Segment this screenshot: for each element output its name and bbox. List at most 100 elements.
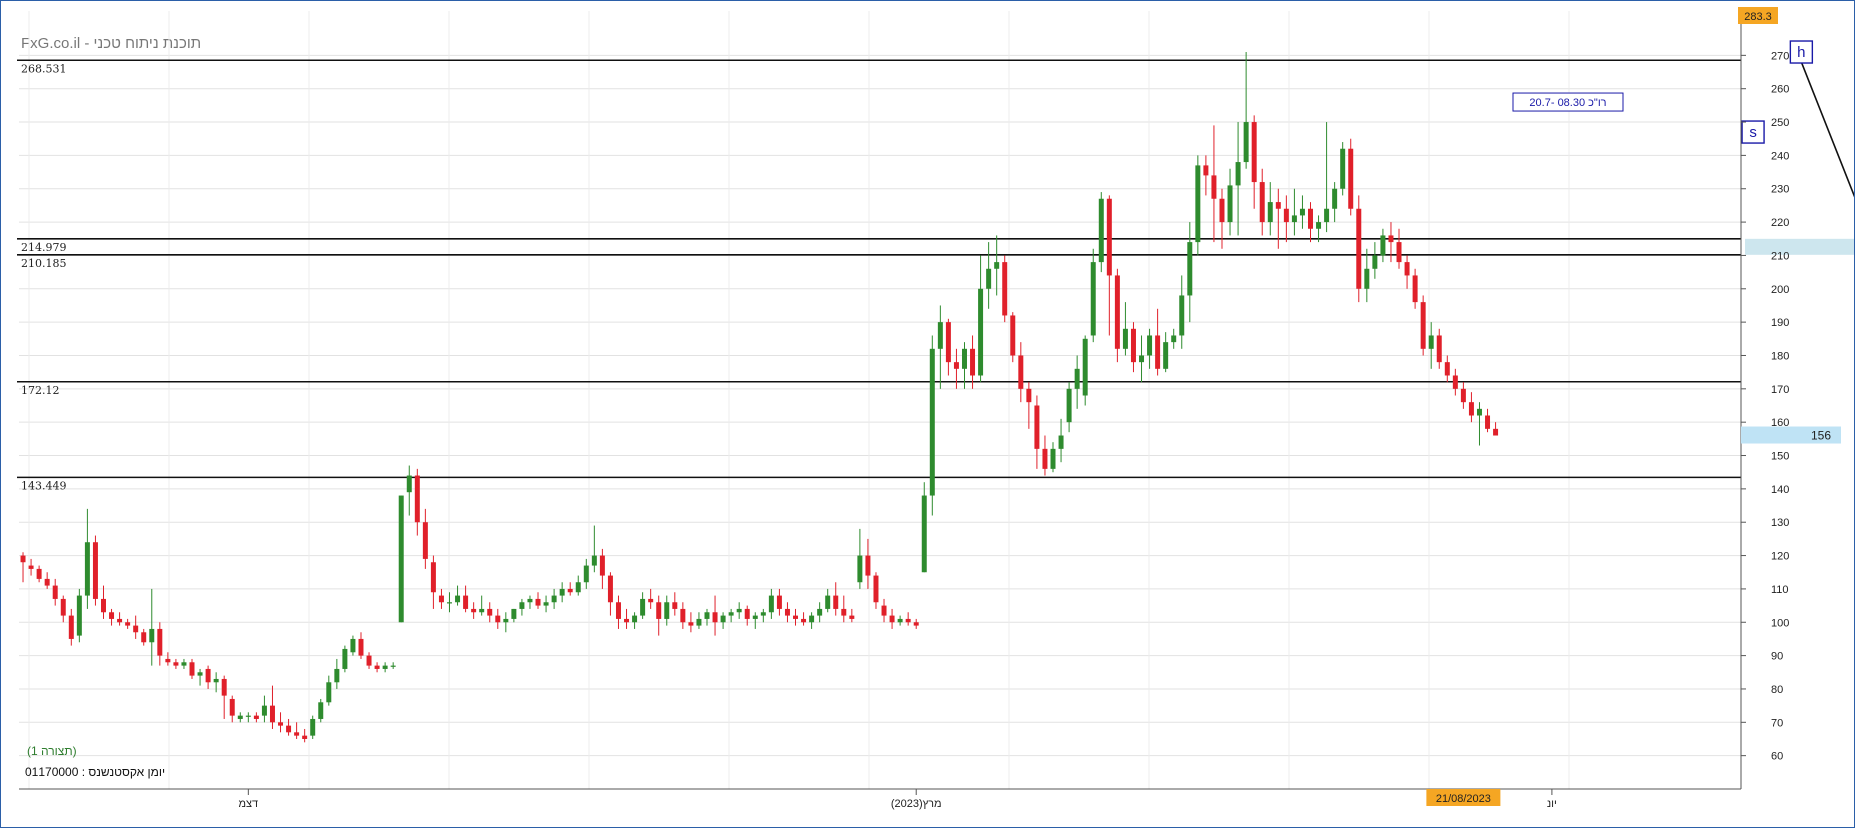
candle-body <box>986 268 992 289</box>
y-tick-label: 260 <box>1771 84 1789 96</box>
candle-body <box>615 602 621 619</box>
horizontal-levels: 268.531 214.979 210.185 172.12 143.449 <box>17 59 1741 492</box>
candle-body <box>873 575 879 603</box>
pattern-marker-label: s <box>1749 124 1757 141</box>
candle-body <box>583 565 589 583</box>
candlestick-chart[interactable]: 268.531214.979210.185172.12143.449 shsרו… <box>1 1 1854 827</box>
candle-body <box>632 615 638 623</box>
candle-body <box>825 595 831 609</box>
y-tick-label: 120 <box>1771 551 1789 563</box>
candle-body <box>157 628 163 656</box>
candle-body <box>1235 162 1241 186</box>
y-tick-label: 270 <box>1771 50 1789 62</box>
candle-body <box>350 638 356 653</box>
candle-body <box>1356 208 1362 289</box>
candle-body <box>1203 165 1209 176</box>
candle-body <box>1428 335 1434 349</box>
candle-body <box>438 595 444 603</box>
candle-body <box>607 575 613 603</box>
y-tick-label: 210 <box>1771 250 1789 262</box>
candle-body <box>125 622 131 626</box>
candle-body <box>463 595 469 609</box>
candle-body <box>1050 448 1056 469</box>
candle-body <box>68 615 74 639</box>
candle-body <box>575 582 581 593</box>
candle-body <box>897 618 903 623</box>
candle-body <box>511 608 517 619</box>
grid <box>19 11 1741 789</box>
candle-body <box>141 632 147 643</box>
candle-body <box>857 555 863 583</box>
candle-body <box>261 705 267 716</box>
candle-body <box>302 735 308 739</box>
x-tick-label: (2023)מרץ <box>891 798 942 810</box>
candle-body <box>92 542 98 599</box>
candle-body <box>1163 342 1169 369</box>
candle-body <box>1468 402 1474 416</box>
candle-body <box>953 362 959 369</box>
candle-body <box>1452 375 1458 389</box>
y-tick-label: 80 <box>1771 684 1783 696</box>
candle-body <box>1243 122 1249 163</box>
candle-body <box>1267 202 1273 223</box>
candle-body <box>189 662 195 676</box>
candle-body <box>809 615 815 623</box>
candle-body <box>1299 208 1305 216</box>
trend-line <box>1800 61 1854 198</box>
candle-body <box>36 568 42 579</box>
candle-body <box>937 322 943 349</box>
x-tick-label: דצמ <box>239 798 259 810</box>
candle-body <box>768 595 774 613</box>
candle-body <box>1316 222 1322 229</box>
candle-body <box>543 602 549 606</box>
candle-body <box>833 595 839 609</box>
candle-body <box>704 612 710 619</box>
candle-body <box>881 605 887 616</box>
candle-body <box>1034 405 1040 449</box>
candle-body <box>503 618 509 623</box>
candle-body <box>664 602 670 619</box>
candle-body <box>1098 198 1104 263</box>
candle-body <box>567 588 573 593</box>
x-axis: דצמ(2023)מרץיונספט21/08/2023 <box>19 788 1741 810</box>
candle-body <box>1010 315 1016 356</box>
candle-body <box>495 615 501 623</box>
candle-body <box>535 598 541 606</box>
candle-body <box>1139 355 1145 363</box>
candle-body <box>28 565 34 569</box>
candle-body <box>422 522 428 559</box>
candle-body <box>1018 355 1024 389</box>
candle-body <box>479 608 485 613</box>
candle-body <box>1179 295 1185 336</box>
candle-body <box>978 288 984 376</box>
candle-body <box>1171 335 1177 343</box>
candle-body <box>599 555 605 576</box>
candle-body <box>696 618 702 626</box>
level-label: 268.531 <box>21 62 67 75</box>
candle-body <box>1219 198 1225 223</box>
candle-body <box>471 608 477 613</box>
candle-body <box>1130 328 1136 363</box>
candle-body <box>52 585 58 599</box>
candle-body <box>1211 175 1217 199</box>
candle-body <box>1412 275 1418 303</box>
support-zone-box <box>1745 238 1854 255</box>
level-label: 210.185 <box>21 257 67 270</box>
candle-body <box>929 348 935 496</box>
candle-body <box>865 555 871 576</box>
candle-body <box>237 715 243 719</box>
candle-body <box>1420 302 1426 349</box>
candle-body <box>1066 388 1072 423</box>
candle-body <box>310 718 316 736</box>
y-tick-label: 100 <box>1771 617 1789 629</box>
y-tick-label: 60 <box>1771 751 1783 763</box>
candle-body <box>374 665 380 669</box>
candle-body <box>519 602 525 609</box>
candle-body <box>945 322 951 363</box>
candle-body <box>414 475 420 523</box>
candle-body <box>744 608 750 619</box>
candle-body <box>1058 435 1064 449</box>
candle-body <box>197 672 203 676</box>
candle-body <box>342 648 348 669</box>
candle-body <box>278 722 284 726</box>
